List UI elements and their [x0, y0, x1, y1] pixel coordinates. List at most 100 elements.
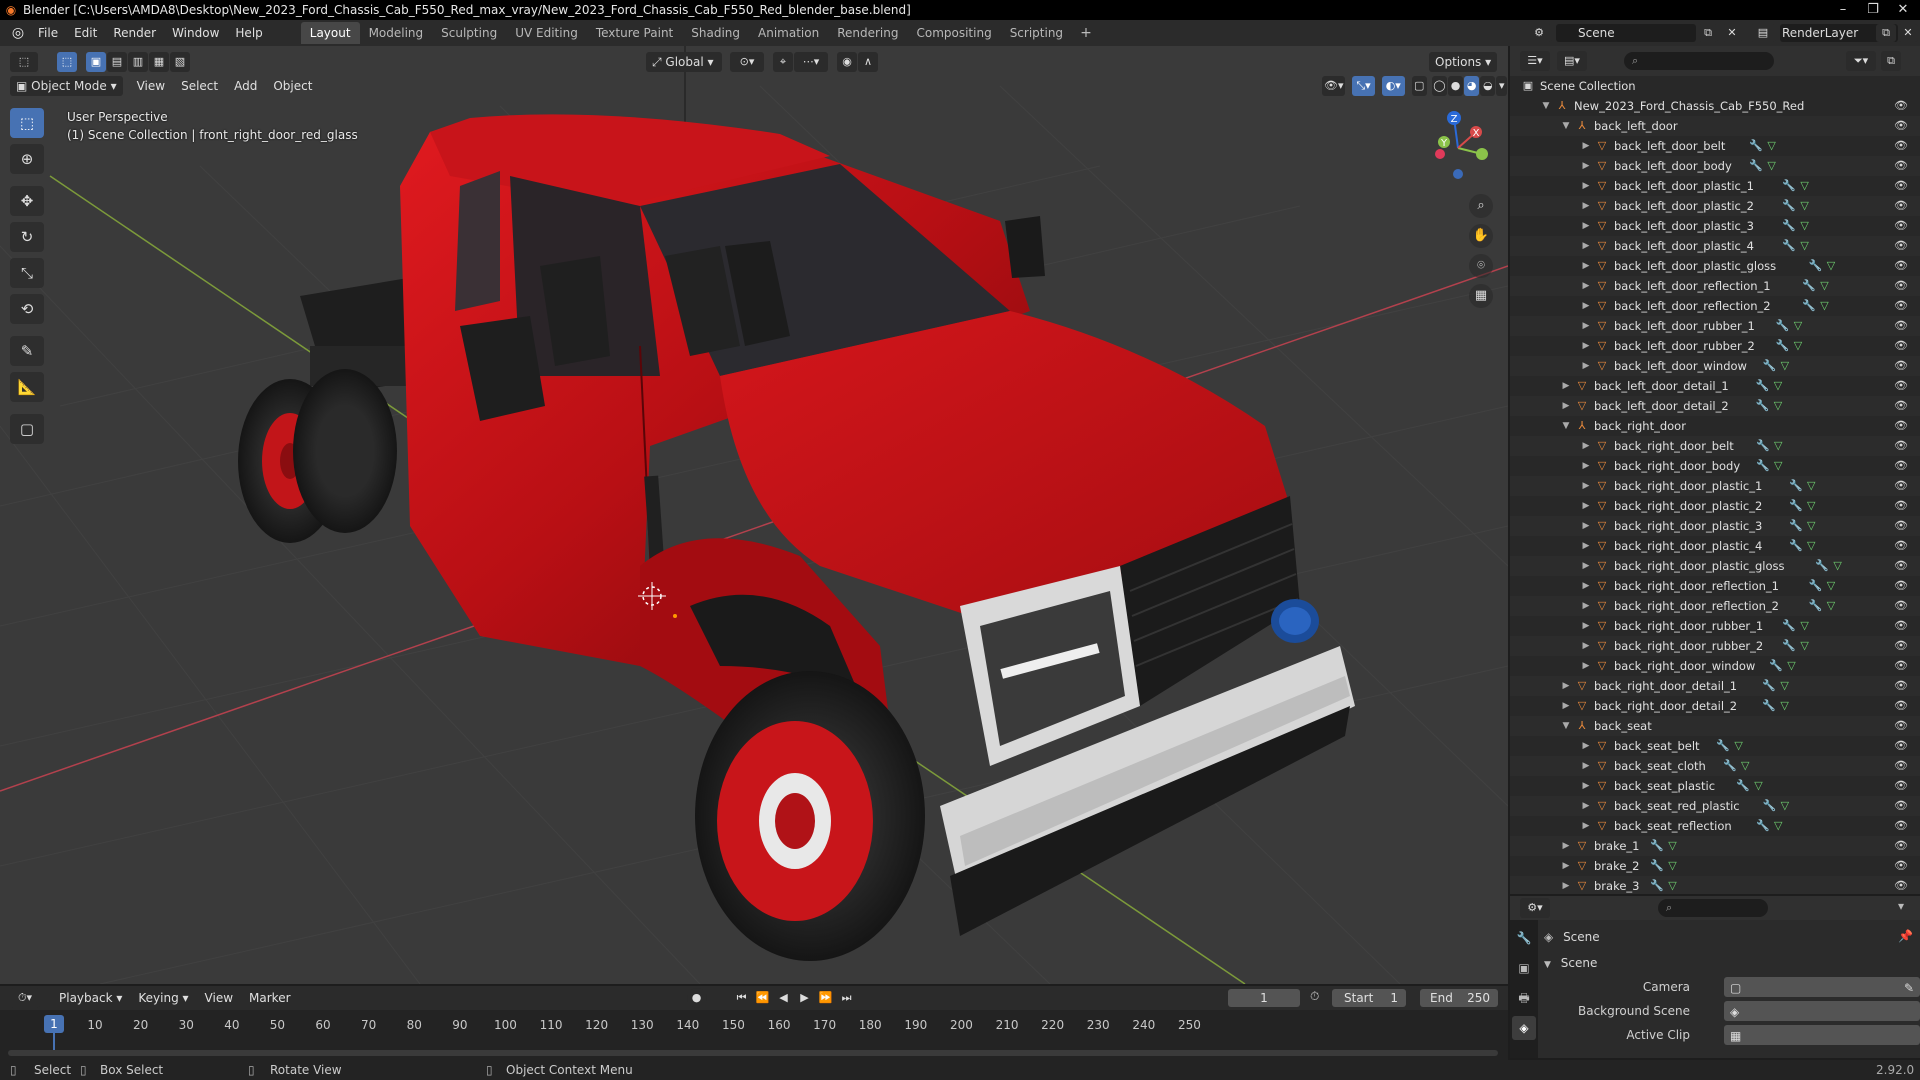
menu-file[interactable]: File: [30, 20, 66, 46]
timeline-ruler[interactable]: 1 10 20 30 40 50 60 70 80 90 100 110 120 130 140 150 16…: [0, 1010, 1508, 1060]
3d-viewport[interactable]: ⬚ ⬚ ▣ ▤ ▥ ▦ ▧ ⤢ Global ▾ ⊙▾ ⌖ ⋯▾ ◉ ∧ Opt…: [0, 46, 1508, 984]
outliner-row[interactable]: ▶ ▽ back_right_door_window 🔧 ▽ 👁: [1510, 656, 1920, 676]
outliner-row[interactable]: ▶ ▽ back_left_door_body 🔧 ▽ 👁: [1510, 156, 1920, 176]
outliner-row[interactable]: ▶ ▽ back_left_door_reflection_2 🔧 ▽ 👁: [1510, 296, 1920, 316]
outliner-editor-type-icon[interactable]: ☰▾: [1520, 51, 1550, 71]
eyedropper-icon[interactable]: ✎: [1904, 977, 1914, 999]
rotate-tool-icon[interactable]: ↻: [10, 222, 44, 252]
cursor-tool-icon[interactable]: ⊕: [10, 144, 44, 174]
transform-tool-icon[interactable]: ⟲: [10, 294, 44, 324]
pivot-point-icon[interactable]: ⊙▾: [730, 52, 764, 72]
visibility-eye-icon[interactable]: 👁: [1894, 796, 1908, 816]
modifier-icon[interactable]: 🔧: [1763, 796, 1777, 816]
outliner-row[interactable]: ▶ ▽ back_left_door_detail_1 🔧 ▽ 👁: [1510, 376, 1920, 396]
timeline-menu-playback[interactable]: Playback ▾: [51, 991, 130, 1005]
wireframe-shading-icon[interactable]: ◯: [1431, 76, 1447, 96]
mesh-data-icon[interactable]: ▽: [1668, 856, 1676, 876]
modifier-icon[interactable]: 🔧: [1762, 696, 1776, 716]
visibility-eye-icon[interactable]: 👁: [1894, 476, 1908, 496]
expand-arrow-icon[interactable]: ▶: [1580, 316, 1592, 336]
mesh-data-icon[interactable]: ▽: [1807, 476, 1815, 496]
visibility-eye-icon[interactable]: 👁: [1894, 316, 1908, 336]
expand-arrow-icon[interactable]: ▶: [1560, 376, 1572, 396]
viewport-menu-add[interactable]: Add: [226, 79, 265, 93]
modifier-icon[interactable]: 🔧: [1716, 736, 1730, 756]
expand-arrow-icon[interactable]: ▶: [1580, 596, 1592, 616]
outliner-row[interactable]: ▶ ▽ back_left_door_plastic_1 🔧 ▽ 👁: [1510, 176, 1920, 196]
outliner-row[interactable]: ▼ ⅄ back_seat 👁: [1510, 716, 1920, 736]
mesh-data-icon[interactable]: ▽: [1774, 376, 1782, 396]
outliner-row[interactable]: ▶ ▽ back_right_door_rubber_1 🔧 ▽ 👁: [1510, 616, 1920, 636]
start-frame-field[interactable]: Start 1: [1332, 989, 1406, 1007]
play-reverse-icon[interactable]: ◀: [774, 988, 794, 1008]
visibility-eye-icon[interactable]: 👁: [1894, 376, 1908, 396]
expand-arrow-icon[interactable]: ▶: [1560, 856, 1572, 876]
visibility-eye-icon[interactable]: 👁: [1894, 116, 1908, 136]
select-mode-intersect-icon[interactable]: ▧: [170, 52, 190, 72]
visibility-eye-icon[interactable]: 👁: [1894, 776, 1908, 796]
outliner-row[interactable]: ▶ ▽ back_right_door_belt 🔧 ▽ 👁: [1510, 436, 1920, 456]
visibility-eye-icon[interactable]: 👁: [1894, 576, 1908, 596]
camera-field[interactable]: ▢ ✎: [1724, 977, 1920, 997]
new-view-layer-icon[interactable]: ⧉: [1876, 24, 1896, 42]
delete-view-layer-icon[interactable]: ✕: [1898, 24, 1918, 42]
menu-render[interactable]: Render: [105, 20, 164, 46]
tab-modeling[interactable]: Modeling: [360, 22, 433, 44]
select-mode-difference-icon[interactable]: ▦: [149, 52, 169, 72]
collapse-arrow-icon[interactable]: ▼: [1540, 96, 1552, 116]
visibility-eye-icon[interactable]: 👁: [1894, 356, 1908, 376]
outliner-row[interactable]: ▶ ▽ back_seat_red_plastic 🔧 ▽ 👁: [1510, 796, 1920, 816]
xray-toggle-icon[interactable]: ▢: [1411, 76, 1427, 96]
outliner-row[interactable]: ▶ ▽ back_right_door_reflection_2 🔧 ▽ 👁: [1510, 596, 1920, 616]
visibility-eye-icon[interactable]: 👁: [1894, 156, 1908, 176]
modifier-icon[interactable]: 🔧: [1776, 336, 1790, 356]
expand-arrow-icon[interactable]: ▶: [1580, 756, 1592, 776]
mesh-data-icon[interactable]: ▽: [1807, 496, 1815, 516]
outliner-row[interactable]: ▶ ▽ back_right_door_plastic_gloss 🔧 ▽ 👁: [1510, 556, 1920, 576]
tab-compositing[interactable]: Compositing: [907, 22, 1000, 44]
outliner-row[interactable]: ▼ ⅄ New_2023_Ford_Chassis_Cab_F550_Red 👁: [1510, 96, 1920, 116]
select-mode-extend-icon[interactable]: ▤: [107, 52, 127, 72]
mesh-data-icon[interactable]: ▽: [1800, 236, 1808, 256]
jump-keyframe-forward-icon[interactable]: ⏩: [816, 988, 836, 1008]
mesh-data-icon[interactable]: ▽: [1767, 156, 1775, 176]
expand-arrow-icon[interactable]: ▶: [1580, 616, 1592, 636]
timeline[interactable]: ⏱▾ Playback ▾ Keying ▾ View Marker ● ⏮ ⏪…: [0, 986, 1508, 1060]
tab-uv-editing[interactable]: UV Editing: [506, 22, 587, 44]
falloff-icon[interactable]: ∧: [858, 52, 878, 72]
jump-keyframe-back-icon[interactable]: ⏪: [753, 988, 773, 1008]
pan-hand-icon[interactable]: ✋: [1469, 224, 1493, 248]
expand-arrow-icon[interactable]: ▶: [1580, 336, 1592, 356]
jump-start-icon[interactable]: ⏮: [732, 988, 752, 1008]
mesh-data-icon[interactable]: ▽: [1781, 796, 1789, 816]
expand-arrow-icon[interactable]: ▶: [1580, 156, 1592, 176]
visibility-eye-icon[interactable]: 👁: [1894, 236, 1908, 256]
modifier-icon[interactable]: 🔧: [1723, 756, 1737, 776]
tab-rendering[interactable]: Rendering: [828, 22, 907, 44]
scale-tool-icon[interactable]: ⤡: [10, 258, 44, 288]
visibility-eye-icon[interactable]: 👁: [1894, 176, 1908, 196]
modifier-icon[interactable]: 🔧: [1782, 616, 1796, 636]
visibility-eye-icon[interactable]: 👁: [1894, 656, 1908, 676]
mesh-data-icon[interactable]: ▽: [1787, 656, 1795, 676]
select-mode-new-icon[interactable]: ▣: [86, 52, 106, 72]
mesh-data-icon[interactable]: ▽: [1820, 296, 1828, 316]
outliner-row[interactable]: ▶ ▽ back_left_door_window 🔧 ▽ 👁: [1510, 356, 1920, 376]
modifier-icon[interactable]: 🔧: [1650, 876, 1664, 894]
visibility-filter-icon[interactable]: 👁▾: [1322, 76, 1346, 96]
editor-type-icon[interactable]: ⬚: [10, 52, 38, 72]
modifier-icon[interactable]: 🔧: [1763, 356, 1777, 376]
expand-arrow-icon[interactable]: ▶: [1580, 296, 1592, 316]
output-properties-tab-icon[interactable]: 🖶: [1512, 986, 1536, 1010]
modifier-icon[interactable]: 🔧: [1756, 816, 1770, 836]
visibility-eye-icon[interactable]: 👁: [1894, 416, 1908, 436]
modifier-icon[interactable]: 🔧: [1789, 476, 1803, 496]
shading-options-icon[interactable]: ▾: [1496, 76, 1508, 96]
expand-arrow-icon[interactable]: ▶: [1580, 516, 1592, 536]
timeline-scrollbar[interactable]: [8, 1050, 1498, 1056]
outliner-row[interactable]: ▶ ▽ back_right_door_plastic_1 🔧 ▽ 👁: [1510, 476, 1920, 496]
display-mode-icon[interactable]: ▤▾: [1557, 51, 1587, 71]
mesh-data-icon[interactable]: ▽: [1794, 316, 1802, 336]
outliner-row[interactable]: ▶ ▽ back_left_door_reflection_1 🔧 ▽ 👁: [1510, 276, 1920, 296]
outliner-row[interactable]: ▶ ▽ back_left_door_plastic_gloss 🔧 ▽ 👁: [1510, 256, 1920, 276]
